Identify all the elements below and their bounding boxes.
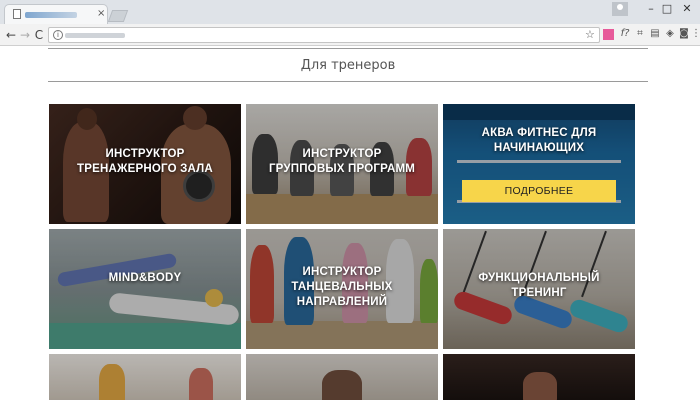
- card-gym-instructor[interactable]: ИНСТРУКТОР ТРЕНАЖЕРНОГО ЗАЛА: [49, 104, 241, 224]
- back-arrow-icon[interactable]: ←: [4, 27, 18, 43]
- card-row3-middle[interactable]: [246, 354, 438, 400]
- profile-icon[interactable]: [612, 2, 628, 16]
- card-title: АКВА ФИТНЕС ДЛЯ НАЧИНАЮЩИХ: [451, 126, 627, 156]
- address-bar[interactable]: i ☆: [48, 27, 600, 43]
- close-window-button[interactable]: ✕: [672, 0, 700, 18]
- bookmark-star-icon[interactable]: ☆: [585, 28, 595, 42]
- camera-icon[interactable]: ◙: [678, 28, 690, 40]
- info-icon[interactable]: i: [53, 30, 63, 40]
- card-title-line: ГРУППОВЫХ ПРОГРАММ: [268, 163, 416, 175]
- card-title: ИНСТРУКТОР ТРЕНАЖЕРНОГО ЗАЛА: [57, 147, 233, 177]
- card-dance-instructor[interactable]: ИНСТРУКТОР ТАНЦЕВАЛЬНЫХ НАПРАВЛЕНИЙ: [246, 229, 438, 349]
- layers-icon[interactable]: ▤: [649, 28, 661, 40]
- card-title-line: АКВА ФИТНЕС ДЛЯ: [481, 127, 597, 139]
- person-image: [523, 372, 557, 400]
- forward-arrow-icon[interactable]: →: [18, 27, 32, 43]
- card-aqua-fitness[interactable]: АКВА ФИТНЕС ДЛЯ НАЧИНАЮЩИХ ПОДРОБНЕЕ: [443, 104, 635, 224]
- details-button[interactable]: ПОДРОБНЕЕ: [462, 180, 616, 202]
- document-icon: [13, 9, 21, 19]
- card-title-line: ТРЕНАЖЕРНОГО ЗАЛА: [77, 163, 213, 175]
- browser-titlebar: × – □ ✕: [0, 0, 700, 24]
- frame-icon[interactable]: ⌗: [634, 28, 646, 40]
- card-title: ФУНКЦИОНАЛЬНЫЙ ТРЕНИНГ: [451, 271, 627, 301]
- tag-icon[interactable]: ◈: [664, 28, 676, 40]
- url-blurred: [65, 33, 125, 38]
- card-overlay: [49, 229, 241, 349]
- card-overlay: [246, 354, 438, 400]
- card-title-line: ИНСТРУКТОР: [105, 148, 185, 160]
- pink-square-icon[interactable]: [603, 29, 614, 40]
- card-overlay: [443, 104, 635, 224]
- tab-close-icon[interactable]: ×: [97, 7, 105, 21]
- card-row3-left[interactable]: [49, 354, 241, 400]
- menu-icon[interactable]: ⋮: [690, 28, 700, 40]
- browser-tab[interactable]: ×: [4, 4, 108, 24]
- card-title-line: ФУНКЦИОНАЛЬНЫЙ: [478, 272, 600, 284]
- card-mind-body[interactable]: MIND&BODY: [49, 229, 241, 349]
- card-title: ИНСТРУКТОР ТАНЦЕВАЛЬНЫХ НАПРАВЛЕНИЙ: [254, 265, 430, 310]
- card-title-line: ИНСТРУКТОР: [302, 266, 382, 278]
- card-title-line: НАЧИНАЮЩИХ: [493, 142, 585, 154]
- formula-icon[interactable]: f?: [619, 28, 631, 40]
- reload-icon[interactable]: C: [32, 27, 46, 43]
- card-title: ИНСТРУКТОР ГРУППОВЫХ ПРОГРАММ: [254, 147, 430, 177]
- card-functional-training[interactable]: ФУНКЦИОНАЛЬНЫЙ ТРЕНИНГ: [443, 229, 635, 349]
- card-title-line: ТАНЦЕВАЛЬНЫХ: [291, 281, 393, 293]
- card-title-line: ИНСТРУКТОР: [302, 148, 382, 160]
- card-row3-right[interactable]: [443, 354, 635, 400]
- card-group-programs[interactable]: ИНСТРУКТОР ГРУППОВЫХ ПРОГРАММ: [246, 104, 438, 224]
- tab-title-blurred: [25, 12, 77, 18]
- new-tab-button[interactable]: [107, 10, 129, 22]
- card-title-line: ТРЕНИНГ: [511, 287, 567, 299]
- card-overlay: [49, 354, 241, 400]
- card-title-line: НАПРАВЛЕНИЙ: [296, 296, 388, 308]
- card-title: MIND&BODY: [57, 271, 233, 286]
- card-title-line: MIND&BODY: [108, 272, 182, 284]
- browser-toolbar: ← → C i ☆: [0, 24, 700, 46]
- section-title: Для тренеров: [300, 58, 396, 73]
- section-header: Для тренеров: [48, 48, 648, 82]
